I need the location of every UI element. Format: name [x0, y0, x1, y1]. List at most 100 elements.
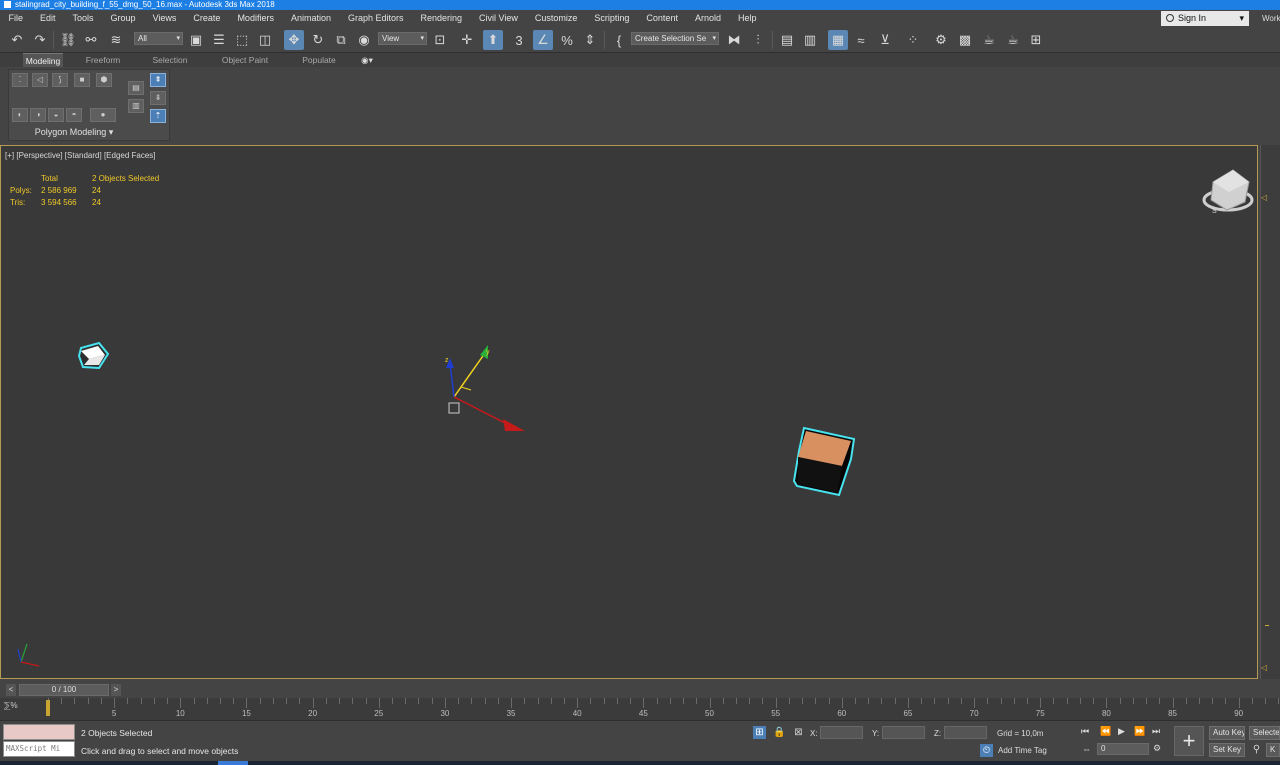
show-end-result-icon[interactable]: ▥: [128, 99, 144, 113]
material-editor-icon[interactable]: ⁘: [903, 30, 923, 50]
taskbar-active-item[interactable]: [218, 761, 248, 765]
menu-customize[interactable]: Customize: [526, 10, 586, 27]
menu-content[interactable]: Content: [638, 10, 687, 27]
render-production-icon[interactable]: ☕: [979, 30, 999, 50]
menu-graph-editors[interactable]: Graph Editors: [339, 10, 412, 27]
select-by-name-icon[interactable]: ☰: [209, 30, 229, 50]
select-and-move-icon[interactable]: ✥: [284, 30, 304, 50]
menu-scripting[interactable]: Scripting: [586, 10, 638, 27]
schematic-view-icon[interactable]: ⊻: [875, 30, 895, 50]
perspective-viewport[interactable]: [+] [Perspective] [Standard] [Edged Face…: [0, 145, 1258, 679]
maxscript-listener-output[interactable]: [3, 724, 75, 740]
align-icon[interactable]: ⫶: [748, 30, 768, 50]
view-cube[interactable]: S: [1202, 169, 1254, 215]
select-object-icon[interactable]: ▣: [186, 30, 206, 50]
menu-rendering[interactable]: Rendering: [412, 10, 471, 27]
workspace-selector[interactable]: Work: [1262, 10, 1280, 27]
next-frame-icon[interactable]: >: [111, 684, 121, 696]
percent-snap-icon[interactable]: %: [557, 30, 577, 50]
ribbon-options-icon[interactable]: ◉▾: [356, 53, 378, 67]
use-soft-selection-icon[interactable]: ⇞: [150, 73, 166, 87]
bind-space-warp-icon[interactable]: ≋: [106, 30, 126, 50]
collapse-stack-icon[interactable]: ▤: [128, 81, 144, 95]
selected-filter-dropdown[interactable]: Selected: [1249, 726, 1280, 740]
menu-edit[interactable]: Edit: [32, 10, 65, 27]
menu-group[interactable]: Group: [102, 10, 144, 27]
vertex-mode-icon[interactable]: ⁚: [12, 73, 28, 87]
move-gizmo[interactable]: y z: [445, 345, 525, 431]
menu-help[interactable]: Help: [729, 10, 765, 27]
reference-coordinate-dropdown[interactable]: View ▾: [378, 32, 427, 45]
track-bar[interactable]: ⅀% 5 10 15 20 25 30 35 40 45 50 55 60 65 70 75 80 85 90: [0, 698, 1280, 720]
set-keys-icon[interactable]: +: [1174, 726, 1204, 756]
previous-frame-icon[interactable]: <: [6, 684, 16, 696]
render-setup-icon[interactable]: ⚙: [931, 30, 951, 50]
select-manipulate-icon[interactable]: ✛: [457, 30, 477, 50]
undo-icon[interactable]: ↶: [7, 30, 27, 50]
grow-selection-icon[interactable]: ◐: [12, 108, 28, 122]
menu-create[interactable]: Create: [185, 10, 229, 27]
menu-modifiers[interactable]: Modifiers: [229, 10, 283, 27]
current-frame-field[interactable]: 0: [1097, 743, 1149, 755]
polygon-modeling-label[interactable]: Polygon Modeling ▾: [9, 127, 139, 138]
menu-tools[interactable]: Tools: [64, 10, 102, 27]
lock-selection-icon[interactable]: 🔒: [773, 726, 786, 739]
edge-mode-icon[interactable]: ◁: [32, 73, 48, 87]
arnold-render-icon[interactable]: ⊞: [1026, 30, 1046, 50]
key-filters-icon[interactable]: ⚲: [1250, 743, 1263, 756]
maxscript-mini-listener[interactable]: MAXScript Mi: [3, 741, 75, 757]
time-slider-thumb[interactable]: 0 / 100: [19, 684, 109, 696]
time-tag-icon[interactable]: ⏲: [980, 744, 993, 757]
unlink-icon[interactable]: ⚯: [81, 30, 101, 50]
ring-selection-icon[interactable]: ◓: [66, 108, 82, 122]
edit-named-selection-icon[interactable]: {: [609, 30, 629, 50]
current-time-marker[interactable]: [46, 700, 50, 716]
set-key-button[interactable]: Set Key: [1209, 743, 1245, 757]
play-icon[interactable]: ▶: [1118, 726, 1125, 737]
keyboard-shortcut-override-icon[interactable]: ⬆: [483, 30, 503, 50]
pivot-center-icon[interactable]: ⊡: [430, 30, 450, 50]
layer-explorer-icon[interactable]: ▥: [800, 30, 820, 50]
menu-arnold[interactable]: Arnold: [686, 10, 729, 27]
next-key-icon[interactable]: ⏩: [1134, 726, 1145, 737]
add-time-tag[interactable]: Add Time Tag: [998, 746, 1047, 755]
loop-selection-icon[interactable]: ◒: [48, 108, 64, 122]
small-cube[interactable]: [77, 341, 110, 370]
rendered-frame-window-icon[interactable]: ▩: [955, 30, 975, 50]
snaps-toggle-icon[interactable]: 3: [509, 30, 529, 50]
time-slider[interactable]: < 0 / 100 >: [0, 683, 1280, 697]
scene-explorer-icon[interactable]: ▤: [777, 30, 797, 50]
tab-freeform[interactable]: Freeform: [80, 53, 126, 67]
border-mode-icon[interactable]: ⟆: [52, 73, 68, 87]
y-coordinate-field[interactable]: [882, 726, 925, 739]
select-and-place-icon[interactable]: ◉: [354, 30, 374, 50]
named-selection-set-dropdown[interactable]: Create Selection Se ▾: [631, 32, 719, 45]
menu-views[interactable]: Views: [144, 10, 185, 27]
curve-editor-icon[interactable]: ≈: [851, 30, 871, 50]
tab-selection[interactable]: Selection: [147, 53, 193, 67]
ribbon-toggle-icon[interactable]: ▦: [828, 30, 848, 50]
select-and-rotate-icon[interactable]: ↻: [308, 30, 328, 50]
rectangle-selection-icon[interactable]: ⬚: [232, 30, 252, 50]
x-coordinate-field[interactable]: [820, 726, 863, 739]
go-to-start-icon[interactable]: ⏮: [1081, 726, 1089, 737]
select-and-scale-icon[interactable]: ⧉: [331, 30, 351, 50]
redo-icon[interactable]: ↷: [30, 30, 50, 50]
mirror-icon[interactable]: ⧓: [724, 30, 744, 50]
shrink-selection-icon[interactable]: ◑: [30, 108, 46, 122]
key-filter-icon[interactable]: ⅀%: [4, 701, 34, 715]
render-iterative-icon[interactable]: ☕: [1003, 30, 1023, 50]
selection-filter-dropdown[interactable]: All ▾: [134, 32, 183, 45]
link-icon[interactable]: ⛓: [58, 30, 78, 50]
key-mode-toggle-icon[interactable]: ⇔: [1082, 744, 1091, 754]
large-cube[interactable]: [792, 426, 856, 497]
isolate-selection-icon[interactable]: ⊞: [753, 726, 766, 739]
angle-snap-icon[interactable]: ∠: [533, 30, 553, 50]
window-crossing-icon[interactable]: ◫: [255, 30, 275, 50]
auto-key-button[interactable]: Auto Key: [1209, 726, 1245, 740]
spinner-snap-icon[interactable]: ⇕: [580, 30, 600, 50]
element-mode-icon[interactable]: ⬢: [96, 73, 112, 87]
modify-mode-icon[interactable]: ●: [90, 108, 116, 122]
go-to-end-icon[interactable]: ⏭: [1152, 726, 1160, 737]
preview-selection-icon[interactable]: ⇟: [150, 91, 166, 105]
